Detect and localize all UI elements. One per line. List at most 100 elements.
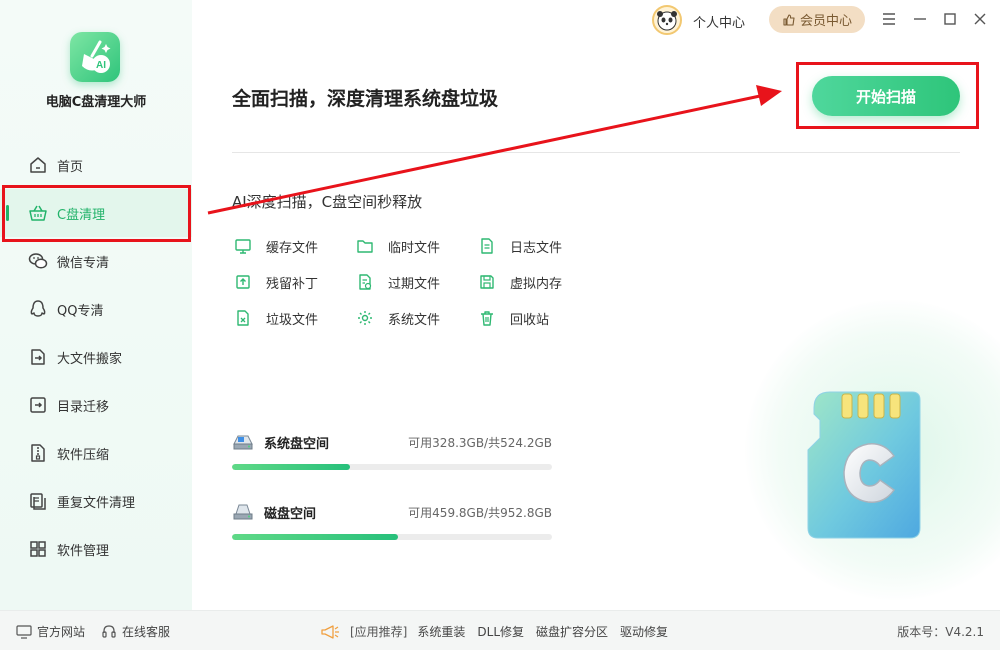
disk-usage-text: 可用328.3GB/共524.2GB (408, 436, 552, 450)
junk-file-icon (237, 310, 249, 326)
sidebar-item-label: 目录迁移 (57, 399, 110, 415)
feature-virtual-memory: 虚拟内存 (478, 272, 600, 292)
recommend-label: [应用推荐] (350, 625, 408, 639)
sidebar-item-home[interactable]: 首页 (0, 141, 192, 189)
menu-button[interactable] (880, 10, 898, 28)
log-file-icon (481, 238, 493, 254)
disk-progress-bar (232, 464, 552, 470)
sidebar-item-label: 重复文件清理 (57, 495, 136, 511)
close-icon (974, 13, 986, 25)
folder-icon (357, 240, 373, 253)
qq-icon (28, 299, 48, 319)
footer-link-disk-partition[interactable]: 磁盘扩容分区 (536, 623, 608, 640)
user-center-link[interactable]: 个人中心 (693, 12, 745, 31)
feature-label: 日志文件 (510, 240, 563, 256)
disk-progress-fill (232, 464, 351, 470)
footer-link-dll-repair[interactable]: DLL修复 (477, 623, 524, 640)
patch-icon (236, 275, 250, 289)
feature-residual-patches: 残留补丁 (234, 272, 356, 292)
sidebar-item-duplicate-clean[interactable]: 重复文件清理 (0, 477, 192, 525)
apps-icon (28, 539, 48, 559)
memory-icon (480, 275, 494, 289)
minimize-button[interactable] (911, 10, 929, 28)
disk-name: 系统盘空间 (264, 436, 330, 452)
divider (232, 152, 960, 153)
feature-label: 回收站 (510, 312, 550, 328)
sidebar-item-dir-migrate[interactable]: 目录迁移 (0, 381, 192, 429)
duplicate-icon (28, 491, 48, 511)
feature-label: 残留补丁 (266, 276, 319, 292)
sidebar-item-label: 微信专清 (57, 255, 110, 271)
online-service-label: 在线客服 (122, 625, 171, 639)
sidebar-item-label: 大文件搬家 (57, 351, 123, 367)
disk-progress-fill (232, 534, 399, 540)
page-headline: 全面扫描，深度清理系统盘垃圾 (232, 88, 499, 110)
close-button[interactable] (971, 10, 989, 28)
menu-icon (883, 13, 895, 25)
feature-label: 临时文件 (388, 240, 441, 256)
monitor-icon (16, 624, 32, 639)
feature-label: 虚拟内存 (510, 276, 563, 292)
top-bar: 个人中心 会员中心 (640, 0, 1000, 40)
start-scan-button[interactable]: 开始扫描 (812, 76, 960, 116)
footer-link-driver-repair[interactable]: 驱动修复 (620, 623, 668, 640)
sidebar-item-soft-manage[interactable]: 软件管理 (0, 525, 192, 573)
move-file-icon (28, 347, 48, 367)
sidebar-item-c-clean[interactable]: C盘清理 (0, 189, 192, 237)
feature-log-files: 日志文件 (478, 236, 600, 256)
expired-file-icon (359, 274, 372, 290)
feature-label: 过期文件 (388, 276, 441, 292)
app-title: 电脑C盘清理大师 (45, 95, 147, 110)
official-site-label: 官方网站 (37, 625, 86, 639)
sd-card-illustration (807, 391, 921, 539)
sidebar-item-qq[interactable]: QQ专清 (0, 285, 192, 333)
sidebar-item-big-file-move[interactable]: 大文件搬家 (0, 333, 192, 381)
svg-text:AI: AI (96, 60, 106, 71)
headset-icon (102, 624, 116, 638)
feature-label: 垃圾文件 (266, 312, 319, 328)
footer-link-reinstall[interactable]: 系统重装 (417, 623, 465, 640)
disk-progress-bar (232, 534, 552, 540)
app-logo: AI (70, 32, 120, 82)
trash-icon (481, 311, 493, 326)
sidebar-item-label: C盘清理 (57, 207, 106, 223)
vip-center-label: 会员中心 (799, 14, 852, 29)
system-disk-usage: 系统盘空间 可用328.3GB/共524.2GB (232, 431, 552, 470)
sidebar-item-label: 首页 (57, 159, 84, 175)
broom-ai-icon: AI (82, 40, 111, 73)
official-site-link[interactable]: 官方网站 (16, 623, 85, 640)
disk-name: 磁盘空间 (264, 506, 317, 522)
system-drive-icon (233, 435, 253, 450)
online-service-link[interactable]: 在线客服 (101, 623, 170, 640)
feature-system-files: 系统文件 (356, 308, 478, 328)
panda-avatar-icon (657, 11, 677, 31)
monitor-icon (235, 239, 251, 254)
thumb-up-icon (783, 13, 795, 26)
vip-center-button[interactable]: 会员中心 (769, 6, 865, 33)
sidebar-item-label: 软件压缩 (57, 447, 110, 463)
zip-icon (28, 443, 48, 463)
footer-bar: 官方网站 在线客服 [应用推荐] 系统重装 DLL修复 磁盘扩容分区 驱动修复 … (0, 610, 1000, 650)
avatar[interactable] (652, 5, 682, 35)
minimize-icon (914, 18, 926, 20)
sidebar-item-wechat[interactable]: 微信专清 (0, 237, 192, 285)
wechat-icon (28, 251, 48, 271)
sidebar-nav: 首页 C盘清理 微信专清 QQ专清 大文件搬家 目录迁移 软件压缩 重复文件清理… (0, 141, 192, 573)
migrate-icon (28, 395, 48, 415)
maximize-button[interactable] (941, 10, 959, 28)
data-disk-usage: 磁盘空间 可用459.8GB/共952.8GB (232, 501, 552, 540)
sidebar-item-soft-compress[interactable]: 软件压缩 (0, 429, 192, 477)
feature-list: 缓存文件 临时文件 日志文件 残留补丁 过期文件 虚拟内存 垃圾文件 系统文件 … (234, 236, 614, 328)
feature-recycle-bin: 回收站 (478, 308, 600, 328)
feature-cache-files: 缓存文件 (234, 236, 356, 256)
sub-headline: AI深度扫描，C盘空间秒释放 (232, 193, 423, 211)
feature-label: 系统文件 (388, 312, 441, 328)
home-icon (28, 155, 48, 175)
hard-drive-icon (233, 504, 253, 520)
sidebar-item-label: QQ专清 (57, 303, 104, 319)
feature-label: 缓存文件 (266, 240, 319, 256)
feature-temp-files: 临时文件 (356, 236, 478, 256)
sidebar-item-label: 软件管理 (57, 543, 110, 559)
gear-icon (358, 311, 372, 325)
version-label: 版本号：V4.2.1 (897, 625, 984, 639)
